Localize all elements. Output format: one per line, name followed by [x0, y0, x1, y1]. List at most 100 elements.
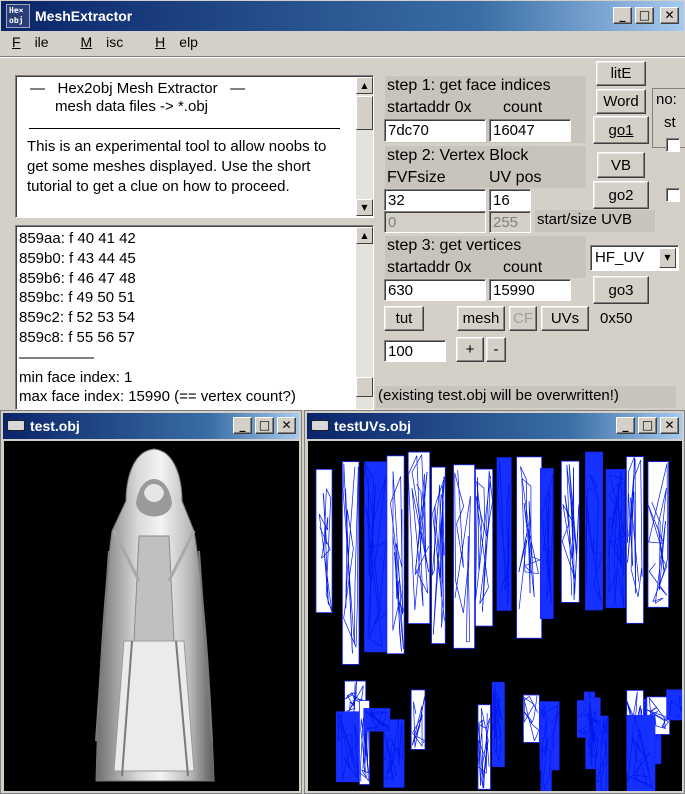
log-line: ————— [19, 348, 94, 366]
chevron-down-icon[interactable]: ▼ [659, 248, 676, 268]
close-icon: ✕ [664, 418, 675, 432]
scroll-up-icon[interactable]: ▲ [356, 77, 373, 94]
info-subheading: mesh data files -> *.obj [55, 98, 208, 115]
cf-button: CF [509, 306, 537, 331]
step3-count-label: count [503, 259, 543, 276]
maximize-button[interactable]: □ [638, 417, 657, 434]
maximize-icon: □ [638, 8, 651, 22]
vb-button[interactable]: VB [597, 152, 645, 178]
minimize-button[interactable]: _ [613, 7, 632, 24]
uvb-size-input: 255 [489, 211, 531, 233]
go2-button[interactable]: go2 [593, 181, 649, 209]
info-box: — Hex2obj Mesh Extractor — mesh data fil… [15, 75, 374, 218]
uv-island [540, 717, 552, 791]
fvf-size-input[interactable]: 32 [384, 189, 486, 211]
step1-startaddr-label: startaddr 0x [387, 99, 472, 116]
robed-figure-render [95, 448, 215, 782]
uv-island [523, 694, 540, 743]
log-line: max face index: 15990 (== vertex count?) [19, 388, 296, 406]
log-text: 859aa: f 40 41 42 859b0: f 43 44 45 859b… [19, 229, 296, 407]
go3-button[interactable]: go3 [593, 276, 649, 304]
viewer-right-window: testUVs.obj _ □ ✕ [304, 410, 685, 794]
minimize-icon: _ [239, 418, 246, 432]
uv-island [453, 464, 475, 649]
log-line: 859c8: f 55 56 57 [19, 328, 135, 346]
menu-misc[interactable]: Misc [80, 34, 137, 50]
uv-island [560, 460, 580, 603]
main-titlebar[interactable]: He× obj MeshExtractor _ □ ✕ [0, 0, 685, 32]
info-body: This is an experimental tool to allow no… [27, 138, 327, 195]
viewer-left-window: test.obj _ □ ✕ [0, 410, 302, 794]
uv-island [475, 468, 494, 627]
uv-island [605, 469, 626, 609]
step1-count-input[interactable]: 16047 [489, 119, 571, 142]
offset-label: 0x50 [600, 310, 633, 327]
app-icon: He× obj [6, 4, 30, 28]
viewer-icon [7, 420, 25, 431]
menu-help[interactable]: Help [155, 34, 212, 50]
go1-button[interactable]: go1 [593, 116, 649, 144]
log-line: 859aa: f 40 41 42 [19, 230, 136, 247]
uv-format-select[interactable]: HF_UV ▼ [590, 245, 679, 271]
minimize-button[interactable]: _ [616, 417, 635, 434]
minimize-button[interactable]: _ [233, 417, 252, 434]
log-box: 859aa: f 40 41 42 859b0: f 43 44 45 859b… [15, 225, 374, 410]
viewer-right-titlebar[interactable]: testUVs.obj _ □ ✕ [307, 413, 682, 439]
uv-format-value: HF_UV [595, 249, 645, 266]
log-scrollbar[interactable]: ▲ [356, 227, 373, 409]
uv-island [666, 689, 682, 721]
value-input[interactable]: 100 [384, 340, 446, 362]
maximize-button[interactable]: □ [255, 417, 274, 434]
uvs-button[interactable]: UVs [541, 306, 589, 331]
viewer-icon [311, 420, 329, 431]
scroll-down-icon[interactable]: ▼ [356, 199, 373, 216]
minus-button[interactable]: - [486, 337, 506, 362]
uv-island [516, 456, 543, 639]
scroll-up-icon[interactable]: ▲ [356, 227, 373, 244]
viewer-left-title: test.obj [30, 418, 80, 434]
step2-uvpos-label: UV pos [489, 169, 542, 186]
uv-island [539, 468, 554, 620]
plus-button[interactable]: + [456, 337, 484, 362]
clipped-label-no: no: [656, 91, 677, 108]
tut-button[interactable]: tut [384, 306, 424, 331]
maximize-icon: □ [258, 418, 271, 432]
maximize-icon: □ [641, 418, 654, 432]
uv-pos-input[interactable]: 16 [489, 189, 531, 211]
step3-title: step 3: get vertices [387, 237, 522, 254]
step3-startaddr-label: startaddr 0x [387, 259, 472, 276]
viewer-left-titlebar[interactable]: test.obj _ □ ✕ [3, 413, 299, 439]
step2-title: step 2: Vertex Block [387, 147, 529, 164]
log-line: 859b6: f 46 47 48 [19, 269, 136, 287]
uv-island [647, 461, 669, 608]
option-checkbox-1[interactable] [666, 138, 680, 152]
step3-count-input[interactable]: 15990 [489, 279, 571, 301]
uv-island [315, 469, 333, 613]
close-button[interactable]: ✕ [660, 417, 679, 434]
info-scrollbar[interactable]: ▲ ▼ [356, 77, 373, 216]
uv-island [335, 711, 360, 783]
uv-viewport[interactable] [308, 441, 682, 791]
mesh-button[interactable]: mesh [457, 306, 505, 331]
uv-island [626, 715, 656, 791]
step3-startaddr-input[interactable]: 630 [384, 279, 486, 301]
scroll-thumb[interactable] [356, 96, 373, 130]
word-button[interactable]: Word [596, 89, 646, 114]
close-button[interactable]: ✕ [660, 7, 679, 24]
step2-fvf-label: FVFsize [387, 169, 446, 186]
clipped-label-st: st [664, 114, 676, 131]
model-viewport[interactable] [4, 441, 299, 791]
step1-startaddr-input[interactable]: 7dc70 [384, 119, 486, 142]
info-divider [29, 128, 340, 129]
option-checkbox-2[interactable] [666, 188, 680, 202]
menu-file[interactable]: File [12, 34, 63, 50]
lite-button[interactable]: litE [596, 61, 646, 86]
close-button[interactable]: ✕ [277, 417, 296, 434]
maximize-button[interactable]: □ [635, 7, 654, 24]
viewer-right-title: testUVs.obj [334, 418, 412, 434]
uv-island [585, 697, 601, 770]
uv-island [364, 461, 387, 653]
uv-island [491, 681, 505, 768]
scroll-thumb[interactable] [356, 377, 373, 397]
uvb-start-input: 0 [384, 211, 486, 233]
